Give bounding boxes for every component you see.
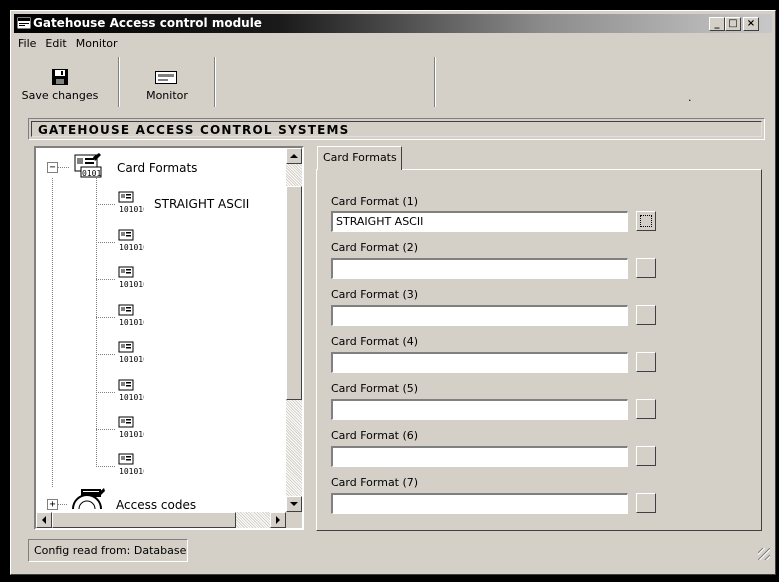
svg-text:0101: 0101 bbox=[82, 169, 101, 178]
monitor-label: Monitor bbox=[146, 89, 188, 102]
collapse-toggle[interactable]: − bbox=[47, 162, 58, 173]
tree-connector bbox=[58, 504, 68, 505]
monitor-button[interactable]: Monitor bbox=[132, 57, 202, 109]
status-bar: Config read from: Database bbox=[28, 539, 188, 562]
banner-text: GATEHOUSE ACCESS CONTROL SYSTEMS bbox=[31, 121, 762, 137]
scroll-down-button[interactable] bbox=[286, 496, 302, 512]
toolbar-separator bbox=[118, 57, 120, 107]
window-title: Gatehouse Access control module bbox=[33, 16, 262, 30]
scroll-left-button[interactable] bbox=[36, 512, 52, 528]
tree-connector bbox=[52, 178, 53, 488]
card-format-1-browse-button[interactable] bbox=[636, 211, 656, 231]
tree-connector bbox=[96, 466, 116, 467]
tree-connector bbox=[96, 317, 116, 318]
card-format-3-input[interactable] bbox=[331, 305, 628, 326]
card-format-6-browse-button[interactable] bbox=[636, 446, 656, 466]
card-format-6-label: Card Format (6) bbox=[331, 429, 419, 442]
card-format-1-input[interactable]: STRAIGHT ASCII bbox=[331, 211, 628, 232]
floppy-disk-icon bbox=[52, 69, 68, 85]
app-icon bbox=[17, 17, 31, 29]
card-format-3-label: Card Format (3) bbox=[331, 288, 419, 301]
card-format-icon[interactable]: 101010 bbox=[118, 229, 144, 251]
scroll-corner bbox=[286, 512, 302, 528]
card-format-icon[interactable]: 101010 bbox=[118, 416, 144, 438]
vertical-scrollbar[interactable] bbox=[286, 148, 302, 512]
menu-edit[interactable]: Edit bbox=[41, 35, 71, 53]
title-bar[interactable]: Gatehouse Access control module bbox=[14, 14, 772, 33]
card-formats-icon: 0101 bbox=[74, 153, 102, 178]
tree-connector bbox=[96, 279, 116, 280]
menu-bar: File Edit Monitor bbox=[14, 35, 123, 53]
arrow-right-icon bbox=[276, 516, 280, 524]
arrow-down-icon bbox=[290, 502, 298, 506]
card-format-7-label: Card Format (7) bbox=[331, 476, 419, 489]
card-format-icon[interactable]: 101010 bbox=[118, 266, 144, 288]
svg-text:101010: 101010 bbox=[119, 280, 144, 288]
card-format-5-label: Card Format (5) bbox=[331, 382, 419, 395]
card-format-icon: 101010 bbox=[118, 191, 144, 213]
card-format-7-browse-button[interactable] bbox=[636, 493, 656, 513]
card-format-3-browse-button[interactable] bbox=[636, 305, 656, 325]
svg-text:101010: 101010 bbox=[119, 318, 144, 326]
tree-connector bbox=[96, 178, 97, 466]
menu-monitor[interactable]: Monitor bbox=[72, 35, 123, 53]
card-format-5-input[interactable] bbox=[331, 399, 628, 420]
card-format-2-input[interactable] bbox=[331, 258, 628, 279]
close-button[interactable]: × bbox=[743, 17, 759, 31]
svg-text:101010: 101010 bbox=[119, 430, 144, 438]
tree-connector bbox=[96, 204, 116, 205]
svg-text:101010: 101010 bbox=[119, 393, 144, 401]
card-format-5-browse-button[interactable] bbox=[636, 399, 656, 419]
tree-view[interactable]: − 0101 Card Formats 101010 STRAIGHT ASCI… bbox=[34, 146, 304, 530]
access-codes-icon bbox=[72, 488, 105, 510]
card-format-4-input[interactable] bbox=[331, 352, 628, 373]
save-changes-button[interactable]: Save changes bbox=[14, 57, 106, 109]
arrow-left-icon bbox=[42, 516, 46, 524]
svg-text:101010: 101010 bbox=[119, 205, 144, 213]
card-format-2-browse-button[interactable] bbox=[636, 258, 656, 278]
card-format-icon[interactable]: 101010 bbox=[118, 453, 144, 475]
horizontal-scrollbar[interactable] bbox=[36, 512, 286, 528]
card-format-icon[interactable]: 101010 bbox=[118, 379, 144, 401]
svg-text:101010: 101010 bbox=[119, 467, 144, 475]
card-format-icon[interactable]: 101010 bbox=[118, 304, 144, 326]
maximize-button[interactable]: □ bbox=[725, 17, 741, 31]
card-format-7-input[interactable] bbox=[331, 493, 628, 514]
svg-text:101010: 101010 bbox=[119, 243, 144, 251]
svg-text:101010: 101010 bbox=[119, 355, 144, 363]
tree-connector bbox=[96, 242, 116, 243]
company-banner: GATEHOUSE ACCESS CONTROL SYSTEMS bbox=[28, 118, 765, 140]
minimize-button[interactable]: _ bbox=[709, 17, 725, 31]
scroll-up-button[interactable] bbox=[286, 148, 302, 164]
tree-connector bbox=[96, 354, 116, 355]
expand-toggle[interactable]: + bbox=[47, 499, 58, 510]
toolbar-status-text: . bbox=[688, 91, 692, 104]
card-format-1-label: Card Format (1) bbox=[331, 195, 419, 208]
horizontal-scroll-thumb[interactable] bbox=[52, 512, 236, 528]
save-changes-label: Save changes bbox=[21, 89, 99, 102]
arrow-up-icon bbox=[290, 154, 298, 158]
tree-item-access-codes[interactable]: Access codes bbox=[116, 498, 196, 512]
toolbar-separator bbox=[434, 57, 436, 107]
card-format-6-input[interactable] bbox=[331, 446, 628, 467]
resize-grip-icon[interactable] bbox=[758, 548, 770, 560]
scroll-right-button[interactable] bbox=[270, 512, 286, 528]
card-format-2-label: Card Format (2) bbox=[331, 241, 419, 254]
tab-card-formats[interactable]: Card Formats bbox=[317, 146, 402, 170]
monitor-icon bbox=[155, 71, 177, 84]
menu-file[interactable]: File bbox=[14, 35, 41, 53]
tree-item-card-format-1[interactable]: STRAIGHT ASCII bbox=[154, 197, 249, 211]
toolbar: Save changes Monitor . bbox=[14, 55, 772, 111]
toolbar-separator bbox=[214, 57, 216, 107]
card-format-4-browse-button[interactable] bbox=[636, 352, 656, 372]
vertical-scroll-thumb[interactable] bbox=[286, 186, 302, 400]
card-format-icon[interactable]: 101010 bbox=[118, 341, 144, 363]
tree-connector bbox=[96, 429, 116, 430]
tree-connector bbox=[58, 167, 70, 168]
tree-connector bbox=[96, 392, 116, 393]
card-format-4-label: Card Format (4) bbox=[331, 335, 419, 348]
tree-item-card-formats[interactable]: Card Formats bbox=[117, 161, 197, 175]
